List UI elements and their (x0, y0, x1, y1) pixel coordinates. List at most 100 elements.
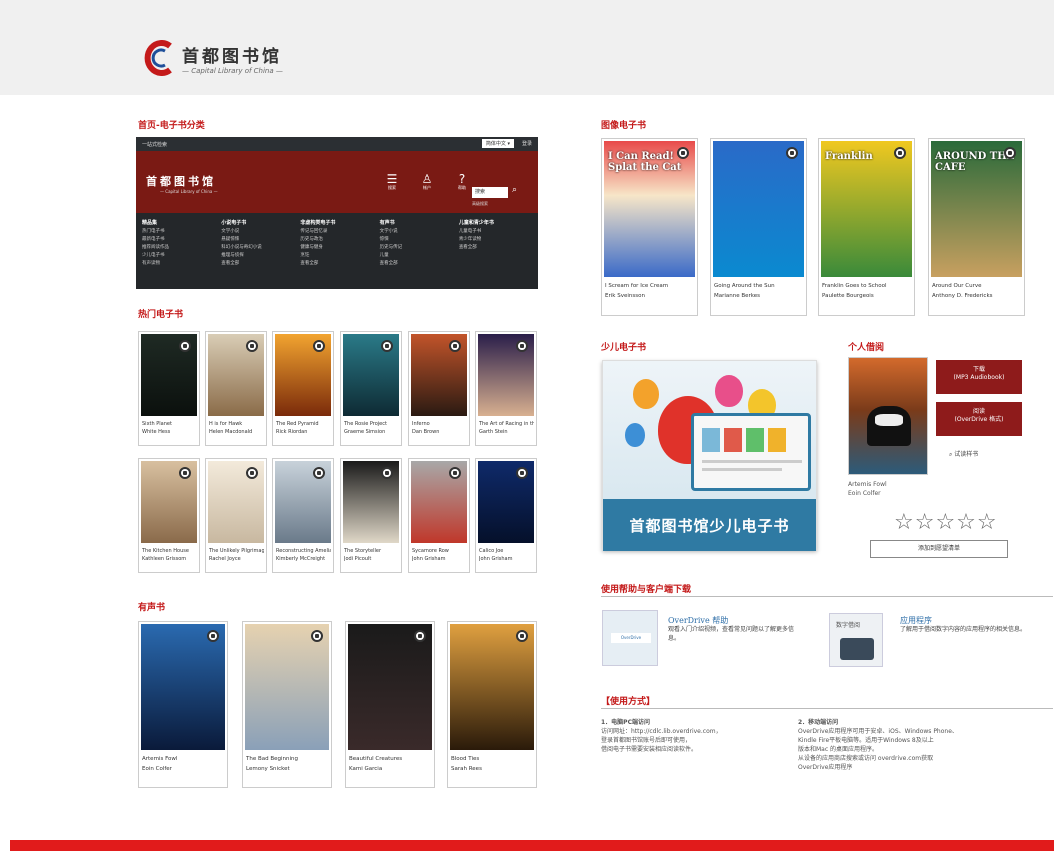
book-title[interactable]: The Unlikely Pilgrimage of Harold Fry (209, 547, 264, 555)
book-tile[interactable]: Reconstructing Amelia Kimberly McCreight (272, 458, 334, 573)
book-title[interactable]: Around Our Curve (932, 281, 1022, 291)
book-cover[interactable] (275, 461, 331, 543)
book-tile[interactable]: The Red Pyramid Rick Riordan (272, 331, 334, 446)
book-tile[interactable]: AROUND THE CAFE Around Our Curve Anthony D… (928, 138, 1025, 316)
book-tile[interactable]: Calico Joe John Grisham (475, 458, 537, 573)
book-cover[interactable]: I Can Read! Splat the Cat (604, 141, 695, 277)
sample-read-link[interactable]: ⌕ 试读样书 (949, 449, 978, 459)
download-button[interactable]: 下载 (MP3 Audiobook) (936, 360, 1022, 394)
login-link[interactable]: 登录 (522, 140, 532, 147)
advanced-search-link[interactable]: 高级搜索 (472, 201, 488, 207)
app-icon[interactable]: 数字借阅 (829, 613, 883, 667)
search-icon[interactable]: ⌕ (512, 185, 517, 195)
account-icon[interactable]: ♙ 帐户 (417, 173, 437, 191)
book-tile[interactable]: I Can Read! Splat the Cat I Scream for Ic… (601, 138, 698, 316)
book-cover[interactable] (141, 334, 197, 416)
book-title[interactable]: H is for Hawk (209, 420, 264, 428)
book-cover[interactable]: AROUND THE CAFE (931, 141, 1022, 277)
format-badge-icon (677, 147, 689, 159)
mobile-access-title: 2．移动端访问 (798, 719, 839, 726)
section-title-home-category: 首页-电子书分类 (138, 121, 205, 131)
book-cover[interactable] (245, 624, 329, 750)
book-author: Sarah Rees (451, 766, 482, 772)
book-title[interactable]: I Scream for Ice Cream (605, 281, 695, 291)
book-title[interactable]: Sycamore Row (412, 547, 467, 555)
format-badge-icon (1004, 147, 1016, 159)
menu-column: 儿童和青少年书 儿童电子书 青少年读物 查看全部 (458, 220, 494, 250)
book-cover[interactable] (478, 461, 534, 543)
format-badge-icon (246, 467, 258, 479)
book-cover[interactable] (478, 334, 534, 416)
kids-ebooks-banner[interactable]: 首都图书馆少儿电子书 (602, 360, 817, 551)
book-cover[interactable] (275, 334, 331, 416)
book-title[interactable]: The Kitchen House (142, 547, 197, 555)
book-title[interactable]: The Red Pyramid (276, 420, 331, 428)
book-title[interactable]: The Rosie Project (344, 420, 399, 428)
book-title[interactable]: Blood Ties (451, 754, 534, 764)
overdrive-help-icon[interactable]: OverDrive (602, 610, 658, 666)
usage-title: 【使用方式】 (601, 697, 656, 707)
book-title[interactable]: Artemis Fowl (142, 754, 225, 764)
overdrive-help[interactable]: OverDrive 帮助 观看入门介绍视频，查看常见问题以了解更多信息。 (668, 616, 798, 643)
personal-book-cover[interactable] (848, 357, 928, 475)
book-cover[interactable] (450, 624, 534, 750)
book-tile[interactable]: Artemis Fowl Eoin Colfer (138, 621, 228, 788)
rating-stars[interactable]: ☆☆☆☆☆ (894, 510, 998, 535)
wishlist-button[interactable]: 添加到愿望清单 (870, 540, 1008, 558)
language-select[interactable]: 简体中文 ▾ (481, 139, 514, 148)
book-title[interactable]: Franklin Goes to School (822, 281, 912, 291)
book-tile[interactable]: The Bad Beginning Lemony Snicket (242, 621, 332, 788)
book-title[interactable]: Reconstructing Amelia (276, 547, 331, 555)
book-cover[interactable] (343, 334, 399, 416)
book-title[interactable]: The Bad Beginning (246, 754, 329, 764)
book-cover[interactable] (411, 334, 467, 416)
preview-search-input[interactable]: 搜索 (472, 187, 508, 198)
book-title[interactable]: The Storyteller (344, 547, 399, 555)
book-cover[interactable]: Franklin (821, 141, 912, 277)
book-title[interactable]: Going Around the Sun (714, 281, 804, 291)
book-cover[interactable] (713, 141, 804, 277)
book-author: Helen Macdonald (209, 429, 253, 435)
book-title[interactable]: Beautiful Creatures (349, 754, 432, 764)
book-title[interactable]: Calico Joe (479, 547, 534, 555)
category-menu: 精品集 热门电子书 最新电子书 推荐阅读作品 少儿电子书 有声读物 小说电子书 文学小说 悬疑… (136, 213, 538, 289)
book-tile[interactable]: Blood Ties Sarah Rees (447, 621, 537, 788)
personal-book-title: Artemis Fowl (848, 481, 887, 488)
book-cover[interactable] (141, 624, 225, 750)
format-badge-icon (381, 340, 393, 352)
site-logo[interactable]: 首都图书馆 — Capital Library of China — (144, 40, 283, 76)
book-tile[interactable]: The Rosie Project Graeme Simsion (340, 331, 402, 446)
book-tile[interactable]: The Kitchen House Kathleen Grissom (138, 458, 200, 573)
footer-bar (10, 840, 1054, 851)
book-tile[interactable]: Sycamore Row John Grisham (408, 458, 470, 573)
book-title[interactable]: Inferno (412, 420, 467, 428)
book-title[interactable]: The Art of Racing in the Rain (479, 420, 534, 428)
book-tile[interactable]: Franklin Franklin Goes to School Paulette … (818, 138, 915, 316)
read-button[interactable]: 阅读 (OverDrive 格式) (936, 402, 1022, 436)
book-title[interactable]: Sixth Planet (142, 420, 197, 428)
book-author: Anthony D. Fredericks (932, 293, 993, 299)
book-cover[interactable] (411, 461, 467, 543)
book-cover[interactable] (141, 461, 197, 543)
help-icon[interactable]: ? 帮助 (452, 173, 472, 191)
format-badge-icon (207, 630, 219, 642)
book-tile[interactable]: H is for Hawk Helen Macdonald (205, 331, 267, 446)
book-tile[interactable]: Going Around the Sun Marianne Berkes (710, 138, 807, 316)
book-author: Rick Riordan (276, 429, 308, 435)
book-cover[interactable] (208, 461, 264, 543)
book-tile[interactable]: Sixth Planet White Hess (138, 331, 200, 446)
book-cover[interactable] (348, 624, 432, 750)
app-help[interactable]: 应用程序 了解用于借阅数字内容的应用程序的相关信息。 (900, 616, 1030, 634)
book-cover[interactable] (343, 461, 399, 543)
pc-access-line: 借阅电子书需要安装相应阅读软件。 (601, 746, 698, 753)
book-tile[interactable]: The Art of Racing in the RainGarth Stein (475, 331, 537, 446)
mobile-access-line: 版本和Mac 的桌面应用程序。 (798, 746, 879, 753)
book-tile[interactable]: The Unlikely Pilgrimage of Harold FryRac… (205, 458, 267, 573)
menu-icon[interactable]: ☰ 搜索 (382, 173, 402, 191)
book-tile[interactable]: Inferno Dan Brown (408, 331, 470, 446)
book-tile[interactable]: Beautiful Creatures Kami Garcia (345, 621, 435, 788)
book-cover[interactable] (208, 334, 264, 416)
pc-access-line: 登录首都图书馆账号后即可使用， (601, 737, 692, 744)
preview-logo[interactable]: 首都图书馆 — Capital Library of China — (146, 173, 218, 194)
book-tile[interactable]: The Storyteller Jodi Picoult (340, 458, 402, 573)
